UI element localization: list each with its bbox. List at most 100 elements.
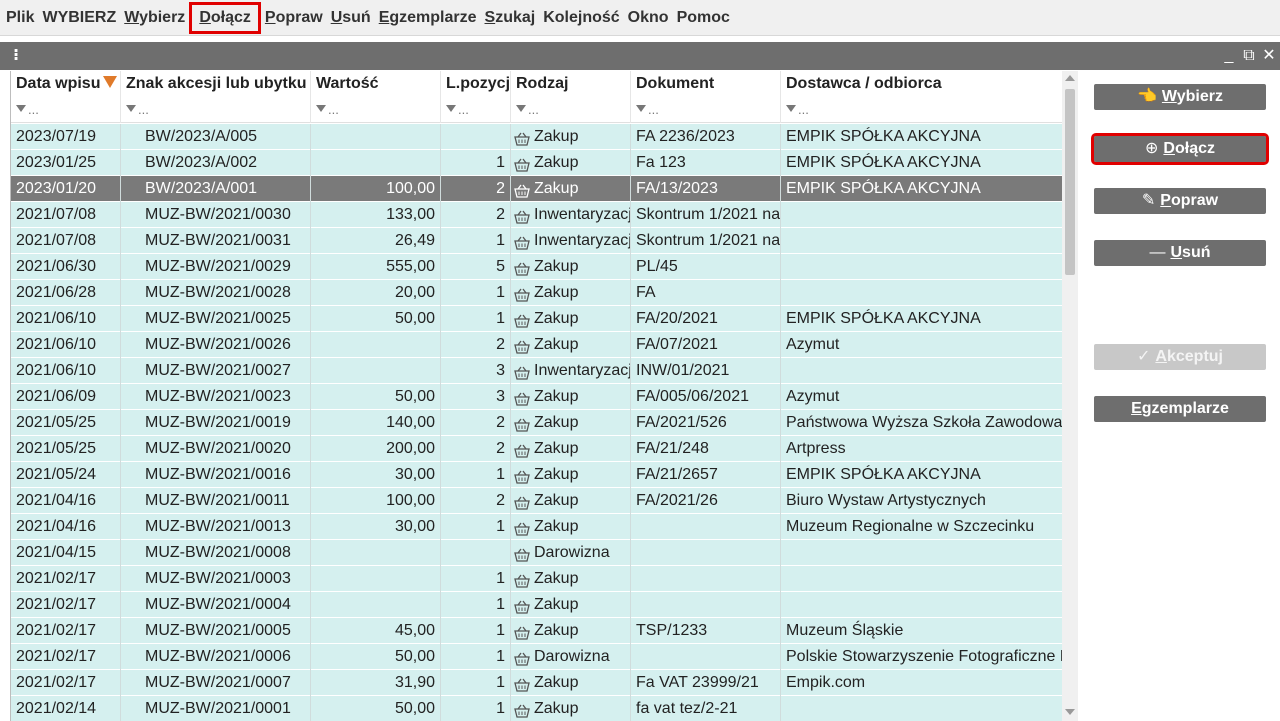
vertical-scrollbar[interactable] (1062, 71, 1078, 721)
cell-value: 45,00 (311, 618, 441, 644)
filter-value[interactable]: ... (311, 97, 441, 123)
column-header-supplier[interactable]: Dostawca / odbiorca (781, 71, 1063, 97)
table-row[interactable]: 2021/05/24 MUZ-BW/2021/0016 30,00 1 Zakup FA/… (11, 462, 1063, 488)
table-row[interactable]: 2021/02/17 MUZ-BW/2021/0007 31,90 1 Zakup Fa … (11, 670, 1063, 696)
menu-szukaj[interactable]: Szukaj (481, 4, 540, 32)
table-row[interactable]: 2023/07/19 BW/2023/A/005 Zakup FA 2236/2023… (11, 124, 1063, 150)
menu-dolacz-label-rest: ołącz (210, 8, 251, 26)
cell-date: 2021/02/14 (11, 696, 121, 721)
cell-sign: MUZ-BW/2021/0003 (121, 566, 311, 592)
cell-doc: FA/21/248 (631, 436, 781, 462)
egzemplarze-button[interactable]: Egzemplarze (1094, 396, 1266, 422)
pencil-icon: ✎ (1141, 192, 1156, 209)
column-header-value[interactable]: Wartość (311, 71, 441, 97)
table-row[interactable]: 2021/06/09 MUZ-BW/2021/0023 50,00 3 Zakup FA/… (11, 384, 1063, 410)
usun-button[interactable]: — Usuń (1094, 240, 1266, 266)
popraw-button[interactable]: ✎ Popraw (1094, 188, 1266, 214)
table-row[interactable]: 2021/06/10 MUZ-BW/2021/0026 2 Zakup FA/07/20… (11, 332, 1063, 358)
close-icon[interactable]: ✕ (1260, 46, 1278, 66)
table-row[interactable]: 2021/02/17 MUZ-BW/2021/0003 1 Zakup (11, 566, 1063, 592)
cell-text: 1 (496, 648, 505, 665)
table-row[interactable]: 2021/06/10 MUZ-BW/2021/0027 3 Inwentaryzacj… (11, 358, 1063, 384)
column-header-date[interactable]: Data wpisu (11, 71, 121, 97)
column-header-label: Dostawca / odbiorca (786, 75, 942, 92)
cell-text: Zakup (534, 674, 579, 691)
cell-text: MUZ-BW/2021/0003 (145, 570, 291, 587)
cell-kind: Zakup (511, 332, 631, 358)
cell-text: Zakup (534, 388, 579, 405)
table-row[interactable]: 2021/06/28 MUZ-BW/2021/0028 20,00 1 Zakup FA (11, 280, 1063, 306)
akceptuj-button[interactable]: ✓ Akceptuj (1094, 344, 1266, 370)
cell-sign: MUZ-BW/2021/0001 (121, 696, 311, 721)
table-row[interactable]: 2021/04/15 MUZ-BW/2021/0008 Darowizna (11, 540, 1063, 566)
filter-supplier[interactable]: ... (781, 97, 1063, 123)
menu-kolejnosc[interactable]: Kolejność (539, 4, 623, 32)
cell-pos: 1 (441, 514, 511, 540)
table-row[interactable]: 2021/02/17 MUZ-BW/2021/0006 50,00 1 Darowizn… (11, 644, 1063, 670)
cell-text: MUZ-BW/2021/0031 (145, 232, 291, 249)
menu-wybierz[interactable]: Wybierz (120, 4, 189, 32)
menu-plik[interactable]: Plik (2, 4, 38, 32)
table-row[interactable]: 2023/01/20 BW/2023/A/001 100,00 2 Zakup FA/13… (11, 176, 1063, 202)
menu-pomoc[interactable]: Pomoc (673, 4, 734, 32)
menu-wybierz-upper[interactable]: WYBIERZ (38, 4, 120, 32)
menu-okno[interactable]: Okno (624, 4, 673, 32)
table-row[interactable]: 2021/05/25 MUZ-BW/2021/0019 140,00 2 Zakup FA… (11, 410, 1063, 436)
wybierz-button[interactable]: 👈 Wybierz (1094, 84, 1266, 110)
cell-text: Zakup (534, 466, 579, 483)
menu-egzemplarze[interactable]: Egzemplarze (375, 4, 481, 32)
table-row[interactable]: 2021/06/30 MUZ-BW/2021/0029 555,00 5 Zakup PL… (11, 254, 1063, 280)
menu-popraw[interactable]: Popraw (261, 4, 327, 32)
cell-text: 45,00 (394, 622, 435, 639)
popraw-label-ul: P (1160, 192, 1171, 209)
egzemplarze-label-ul: E (1131, 400, 1142, 417)
cell-supplier (781, 202, 1063, 228)
scroll-up-icon[interactable] (1065, 75, 1075, 81)
minimize-icon[interactable]: _ (1220, 46, 1238, 66)
cell-text: Państwowa Wyższa Szkoła Zawodowa w (786, 414, 1063, 431)
table-row[interactable]: 2021/06/10 MUZ-BW/2021/0025 50,00 1 Zakup FA/… (11, 306, 1063, 332)
cell-text: 100,00 (386, 180, 435, 197)
column-header-pos[interactable]: L.pozycji (441, 71, 511, 97)
restore-icon[interactable]: ⧉ (1240, 46, 1258, 66)
table-row[interactable]: 2021/07/08 MUZ-BW/2021/0030 133,00 2 Inwenta… (11, 202, 1063, 228)
table-row[interactable]: 2021/04/16 MUZ-BW/2021/0013 30,00 1 Zakup Muz… (11, 514, 1063, 540)
cell-doc: Skontrum 1/2021 nac (631, 202, 781, 228)
cell-sign: MUZ-BW/2021/0011 (121, 488, 311, 514)
column-header-kind[interactable]: Rodzaj (511, 71, 631, 97)
dolacz-button[interactable]: ⊕ Dołącz (1091, 133, 1269, 165)
filter-doc[interactable]: ... (631, 97, 781, 123)
scroll-thumb[interactable] (1065, 89, 1075, 275)
cell-supplier: EMPIK SPÓŁKA AKCYJNA (781, 462, 1063, 488)
cell-date: 2021/05/25 (11, 410, 121, 436)
cell-kind: Zakup (511, 150, 631, 176)
menu-dolacz[interactable]: Dołącz (189, 1, 261, 34)
cell-kind: Zakup (511, 488, 631, 514)
menu-usun[interactable]: Usuń (327, 4, 375, 32)
table-row[interactable]: 2021/02/17 MUZ-BW/2021/0005 45,00 1 Zakup TSP… (11, 618, 1063, 644)
column-header-sign[interactable]: Znak akcesji lub ubytku (121, 71, 311, 97)
filter-pos[interactable]: ... (441, 97, 511, 123)
cell-text: Azymut (786, 336, 840, 353)
table-row[interactable]: 2021/02/17 MUZ-BW/2021/0004 1 Zakup (11, 592, 1063, 618)
cell-text: Azymut (786, 388, 840, 405)
table-row[interactable]: 2021/05/25 MUZ-BW/2021/0020 200,00 2 Zakup FA… (11, 436, 1063, 462)
accession-table: Data wpisu Znak akcesji lub ubytku Wartość… (10, 71, 1078, 721)
filter-sign[interactable]: ... (121, 97, 311, 123)
filter-date[interactable]: ... (11, 97, 121, 123)
cell-date: 2023/07/19 (11, 124, 121, 150)
cell-value: 50,00 (311, 306, 441, 332)
table-row[interactable]: 2021/07/08 MUZ-BW/2021/0031 26,49 1 Inwentar… (11, 228, 1063, 254)
scroll-down-icon[interactable] (1065, 709, 1075, 715)
table-row[interactable]: 2021/04/16 MUZ-BW/2021/0011 100,00 2 Zakup FA… (11, 488, 1063, 514)
cell-value: 50,00 (311, 644, 441, 670)
column-header-doc[interactable]: Dokument (631, 71, 781, 97)
window-menu-icon[interactable]: ⁝ (10, 46, 22, 66)
cell-value: 50,00 (311, 384, 441, 410)
table-row[interactable]: 2021/02/14 MUZ-BW/2021/0001 50,00 1 Zakup fa … (11, 696, 1063, 721)
cell-date: 2021/02/17 (11, 566, 121, 592)
filter-kind[interactable]: ... (511, 97, 631, 123)
cell-text: FA/2021/26 (636, 492, 718, 509)
cell-text: 2 (496, 414, 505, 431)
table-row[interactable]: 2023/01/25 BW/2023/A/002 1 Zakup Fa 123 EMPIK… (11, 150, 1063, 176)
